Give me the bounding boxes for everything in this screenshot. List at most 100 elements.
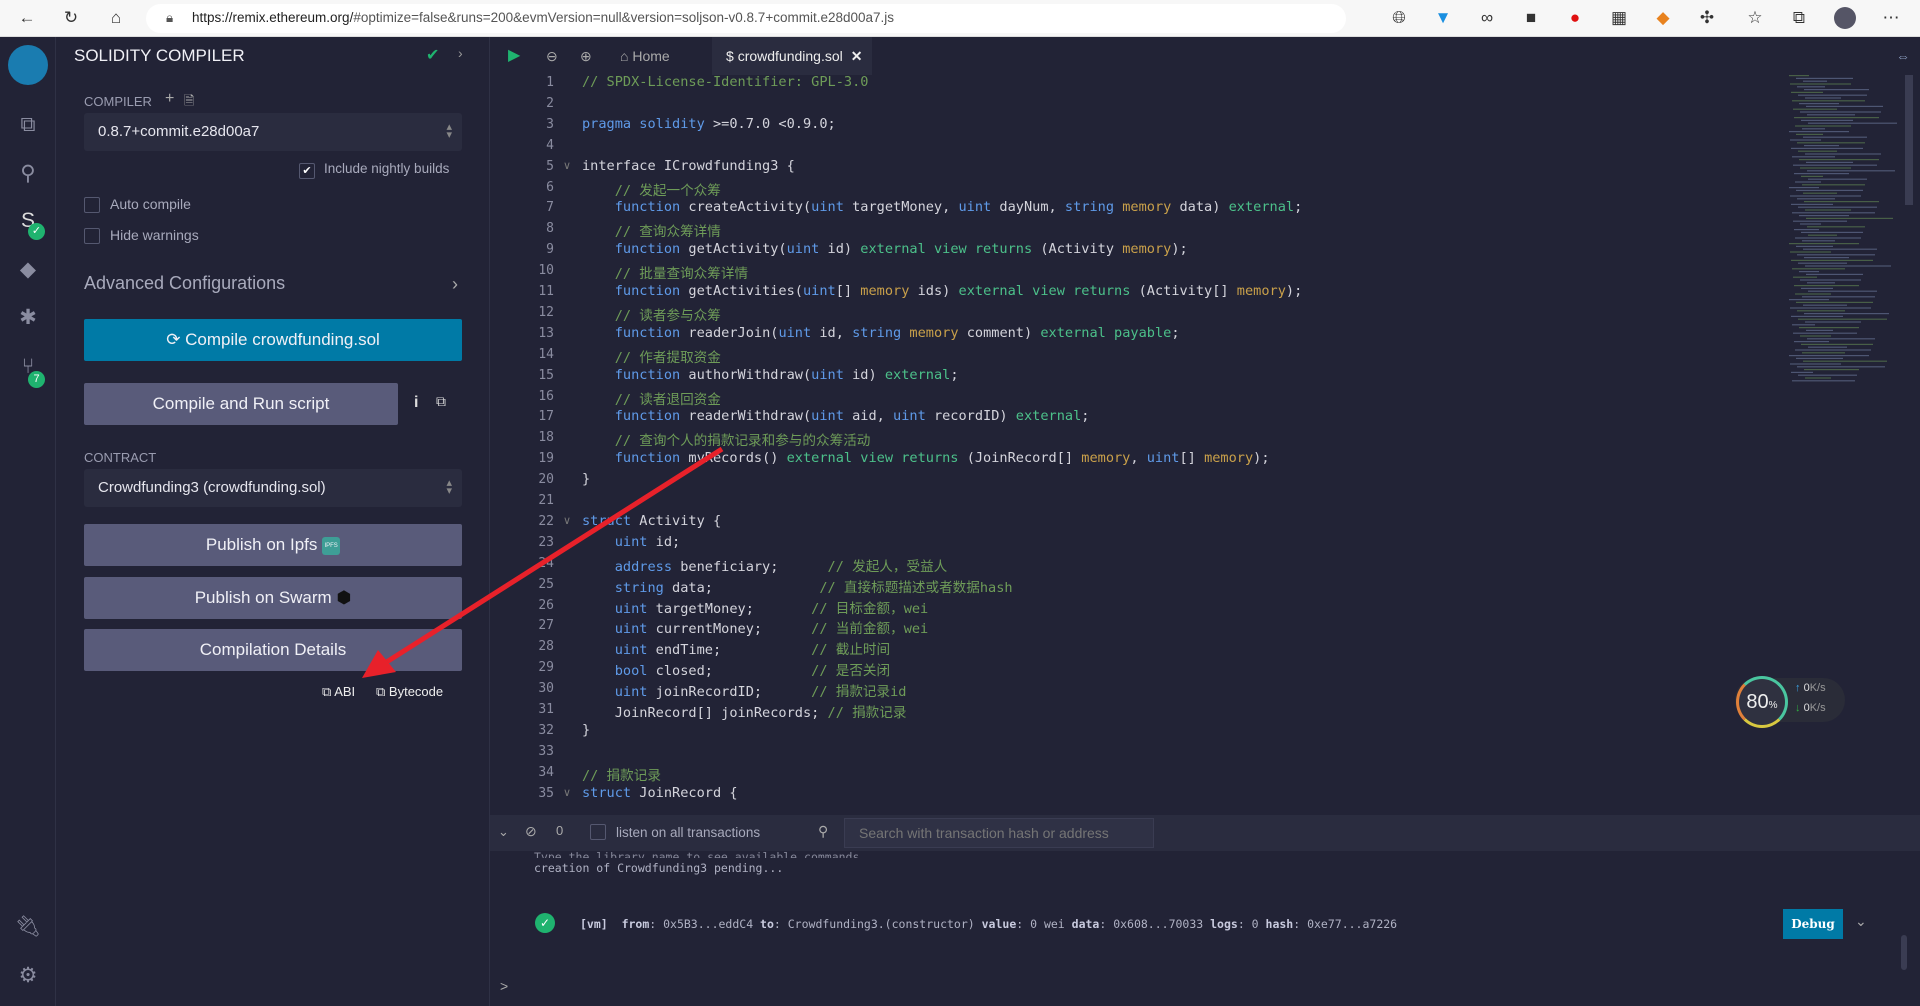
reload-icon[interactable]: ↻ bbox=[60, 8, 82, 28]
close-icon[interactable]: ✕ bbox=[851, 48, 863, 64]
collapse-terminal-icon[interactable]: ⌄ bbox=[498, 824, 509, 840]
fold-icon[interactable]: ∨ bbox=[563, 786, 571, 799]
code-token: // 发起人，受益人 bbox=[827, 558, 948, 575]
run-icon[interactable]: ▶ bbox=[508, 37, 520, 75]
line-number: 9 bbox=[546, 242, 554, 258]
compilation-details-button[interactable]: Compilation Details bbox=[84, 629, 462, 671]
code-token: external view returns bbox=[786, 450, 967, 467]
fold-icon[interactable]: ∨ bbox=[563, 514, 571, 527]
extension-icon[interactable]: ▼ bbox=[1432, 8, 1454, 28]
code-token: memory bbox=[1236, 283, 1286, 299]
publish-ipfs-button[interactable]: Publish on Ipfs IPFS bbox=[84, 524, 462, 566]
file-icon[interactable]: 🗎︎ bbox=[184, 92, 194, 114]
plugin-manager-icon[interactable]: 🔌︎ bbox=[14, 915, 42, 943]
lock-icon: 🔒︎ bbox=[166, 10, 174, 25]
line-number: 5 bbox=[546, 158, 554, 174]
transaction-search-input[interactable] bbox=[844, 818, 1154, 848]
compile-button[interactable]: ⟳ Compile crowdfunding.sol bbox=[84, 319, 462, 361]
minimap-line bbox=[1796, 301, 1873, 303]
code-token: ); bbox=[1285, 283, 1303, 299]
home-icon[interactable]: ⌂ bbox=[105, 8, 127, 28]
minimap-line bbox=[1799, 103, 1839, 105]
minimap[interactable] bbox=[1785, 75, 1905, 395]
terminal-scrollbar[interactable] bbox=[1901, 935, 1907, 970]
extension-icon[interactable]: ∞ bbox=[1476, 8, 1498, 28]
code-token: getActivity( bbox=[688, 241, 787, 258]
minimap-line bbox=[1789, 243, 1859, 245]
editor-tabs: ▶ ⊖ ⊕ ⌂ Home $ crowdfunding.sol ✕ ⇔ bbox=[490, 37, 1920, 75]
copy-abi-button[interactable]: ⧉ ABI bbox=[322, 684, 355, 700]
code-token: memory bbox=[1122, 241, 1172, 258]
copy-bytecode-button[interactable]: ⧉ Bytecode bbox=[376, 684, 443, 700]
listen-checkbox[interactable] bbox=[590, 824, 606, 840]
debugger-icon[interactable]: ✱ bbox=[14, 305, 42, 333]
clear-icon[interactable]: ⊘ bbox=[525, 823, 537, 840]
extensions-icon[interactable]: ✣ bbox=[1696, 8, 1718, 28]
address-bar[interactable]: 🔒︎ https://remix.ethereum.org/#optimize=… bbox=[146, 4, 1346, 33]
hide-warnings-checkbox[interactable] bbox=[84, 228, 100, 244]
minimap-line bbox=[1806, 273, 1863, 275]
info-icon[interactable]: i bbox=[414, 394, 418, 412]
code-token: readerWithdraw( bbox=[688, 408, 812, 425]
code-line: function getActivities(uint[] memory ids… bbox=[582, 283, 1303, 299]
avatar[interactable] bbox=[1834, 7, 1856, 29]
minimap-line bbox=[1807, 338, 1875, 340]
file-explorer-icon[interactable]: ⧉ bbox=[14, 113, 42, 141]
tab-crowdfunding-sol[interactable]: $ crowdfunding.sol ✕ bbox=[712, 37, 872, 75]
publish-swarm-button[interactable]: Publish on Swarm ⬢ bbox=[84, 577, 462, 619]
tx-field: [vm] bbox=[580, 917, 608, 931]
chevron-down-icon[interactable]: ⌄ bbox=[1855, 913, 1867, 930]
back-icon[interactable]: ← bbox=[16, 8, 38, 28]
transaction-log[interactable]: [vm] from: 0x5B3...eddC4 to: Crowdfundin… bbox=[580, 917, 1397, 931]
editor-scrollbar[interactable] bbox=[1905, 75, 1913, 205]
code-line: uint joinRecordID; // 捐款记录id bbox=[582, 680, 907, 700]
minimap-line bbox=[1808, 346, 1847, 348]
deploy-icon[interactable]: ◆ bbox=[14, 257, 42, 285]
qr-icon[interactable]: ▦ bbox=[1608, 8, 1630, 28]
minimap-line bbox=[1795, 125, 1851, 127]
remix-logo-icon[interactable] bbox=[8, 45, 48, 85]
nightly-builds-checkbox[interactable]: ✔ bbox=[299, 163, 315, 179]
code-token: memory bbox=[909, 324, 967, 341]
compile-button-label: Compile crowdfunding.sol bbox=[185, 330, 380, 349]
extension-icon[interactable]: 🌐︎ bbox=[1388, 8, 1410, 28]
code-token: string bbox=[1064, 199, 1123, 216]
minimap-line bbox=[1794, 117, 1879, 119]
minimap-line bbox=[1803, 360, 1887, 362]
code-token: function bbox=[582, 408, 689, 425]
advanced-config-toggle[interactable]: Advanced Configurations bbox=[84, 273, 285, 294]
zoom-in-icon[interactable]: ⊕ bbox=[580, 37, 592, 75]
collections-icon[interactable]: ⧉ bbox=[1788, 8, 1810, 28]
fold-icon[interactable]: ∨ bbox=[563, 159, 571, 172]
adblock-icon[interactable]: ● bbox=[1564, 8, 1586, 28]
zoom-out-icon[interactable]: ⊖ bbox=[546, 37, 558, 75]
terminal-prompt[interactable]: > bbox=[500, 978, 508, 994]
compile-run-script-button[interactable]: Compile and Run script bbox=[84, 383, 398, 425]
code-token: address bbox=[582, 558, 681, 575]
tab-home[interactable]: ⌂ Home bbox=[620, 37, 670, 75]
contract-select[interactable]: Crowdfunding3 (crowdfunding.sol) ▴ ▾ bbox=[84, 469, 462, 507]
debug-button[interactable]: Debug bbox=[1783, 909, 1843, 939]
extension-icon[interactable]: ■ bbox=[1520, 8, 1542, 28]
favorites-icon[interactable]: ☆ bbox=[1744, 8, 1766, 28]
metamask-icon[interactable]: ◆ bbox=[1652, 8, 1674, 28]
minimap-line bbox=[1804, 313, 1889, 315]
code-token: } bbox=[582, 471, 591, 488]
minimap-line bbox=[1794, 173, 1849, 175]
copy-icon[interactable]: ⧉ bbox=[436, 393, 446, 410]
code-token: function bbox=[582, 241, 689, 258]
auto-compile-checkbox[interactable] bbox=[84, 197, 100, 213]
compiler-version-select[interactable]: 0.8.7+commit.e28d00a7 ▴ ▾ bbox=[84, 113, 462, 151]
minimap-line bbox=[1808, 234, 1837, 236]
expand-icon[interactable]: ⇔ bbox=[1896, 37, 1910, 75]
tx-field: : 0x5B3...eddC4 bbox=[649, 917, 761, 931]
minimap-line bbox=[1803, 80, 1827, 82]
more-icon[interactable]: ⋯ bbox=[1880, 8, 1902, 28]
settings-icon[interactable]: ⚙ bbox=[14, 963, 42, 991]
chevron-right-icon[interactable]: › bbox=[458, 45, 463, 61]
add-compiler-icon[interactable]: + bbox=[165, 90, 174, 108]
search-icon[interactable]: ⚲ bbox=[14, 161, 42, 189]
bytecode-label: Bytecode bbox=[388, 684, 444, 699]
hide-warnings-label: Hide warnings bbox=[110, 227, 199, 243]
chevron-right-icon[interactable]: › bbox=[452, 274, 458, 295]
